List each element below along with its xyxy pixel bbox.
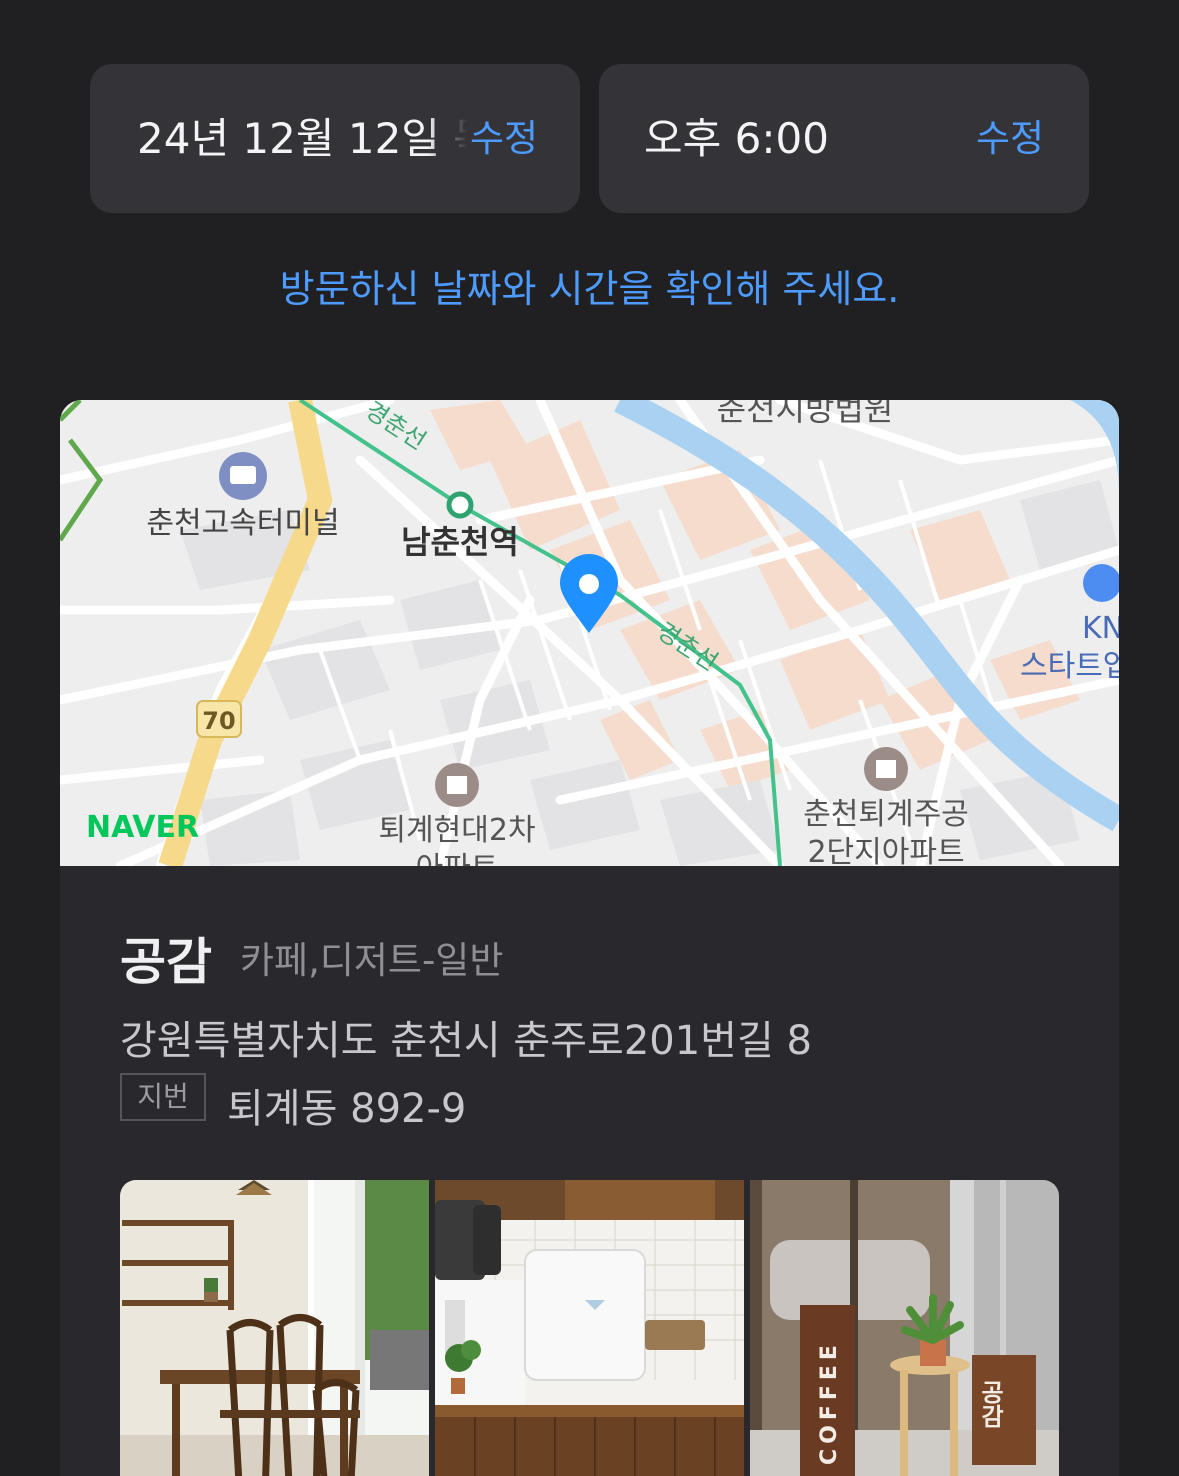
visit-date-value: 24년 12월 12일 목 (137, 114, 467, 163)
station-label: 남춘천역 (401, 523, 519, 561)
sign-name: 공감 (976, 1380, 1004, 1428)
edit-time-button[interactable]: 수정 (976, 64, 1044, 213)
bus-terminal-label: 춘천고속터미널 (146, 506, 339, 541)
photo-interior-seating[interactable] (120, 1180, 429, 1476)
place-card: 춘천지방법원 경춘선 경춘선 춘천고속터미널 남춘천역 KN 스타트업 70 퇴… (60, 400, 1119, 1476)
route-number: 70 (202, 707, 235, 735)
jibun-address: 퇴계동 892-9 (227, 1086, 467, 1132)
naver-logo: NAVER (86, 810, 199, 845)
map-canvas: 춘천지방법원 경춘선 경춘선 춘천고속터미널 남춘천역 KN 스타트업 70 퇴… (60, 400, 1119, 866)
confirm-notice: 방문하신 날짜와 시간을 확인해 주세요. (279, 267, 900, 311)
jibun-badge: 지번 (120, 1073, 206, 1121)
road-address: 강원특별자치도 춘천시 춘주로201번길 8 (120, 1018, 812, 1064)
map-view[interactable]: 춘천지방법원 경춘선 경춘선 춘천고속터미널 남춘천역 KN 스타트업 70 퇴… (60, 400, 1119, 866)
edit-date-button[interactable]: 수정 (470, 64, 538, 213)
apartment-label-2: 춘천퇴계주공 (803, 797, 969, 832)
photo-coffee-machine[interactable] (435, 1180, 744, 1476)
building-icon-1 (447, 776, 467, 794)
photo-storefront[interactable]: COFFEE 공감 (750, 1180, 1059, 1476)
visit-time-value: 오후 6:00 (644, 114, 829, 163)
sign-coffee: COFFEE (817, 1340, 842, 1465)
station-icon (446, 491, 474, 519)
place-category: 카페,디저트-일반 (240, 939, 504, 982)
building-icon-2 (876, 760, 896, 778)
visit-date-chip[interactable]: 24년 12월 12일 목 수정 (90, 64, 580, 213)
place-name: 공감 (120, 933, 212, 991)
screen: 24년 12월 12일 목 수정 오후 6:00 수정 방문하신 날짜와 시간을… (0, 0, 1179, 1476)
apartment-label-1: 퇴계현대2차 (378, 813, 535, 848)
apartment-label-2b: 2단지아파트 (807, 835, 964, 866)
apartment-label-1b: 아파트 (416, 851, 499, 866)
visit-time-chip[interactable]: 오후 6:00 수정 (599, 64, 1089, 213)
court-label: 춘천지방법원 (717, 400, 894, 428)
school-label-2: 스타트업 (1020, 649, 1119, 684)
photo-strip: COFFEE 공감 (120, 1180, 1059, 1476)
school-label-1: KN (1082, 611, 1119, 646)
bus-icon (230, 466, 256, 484)
